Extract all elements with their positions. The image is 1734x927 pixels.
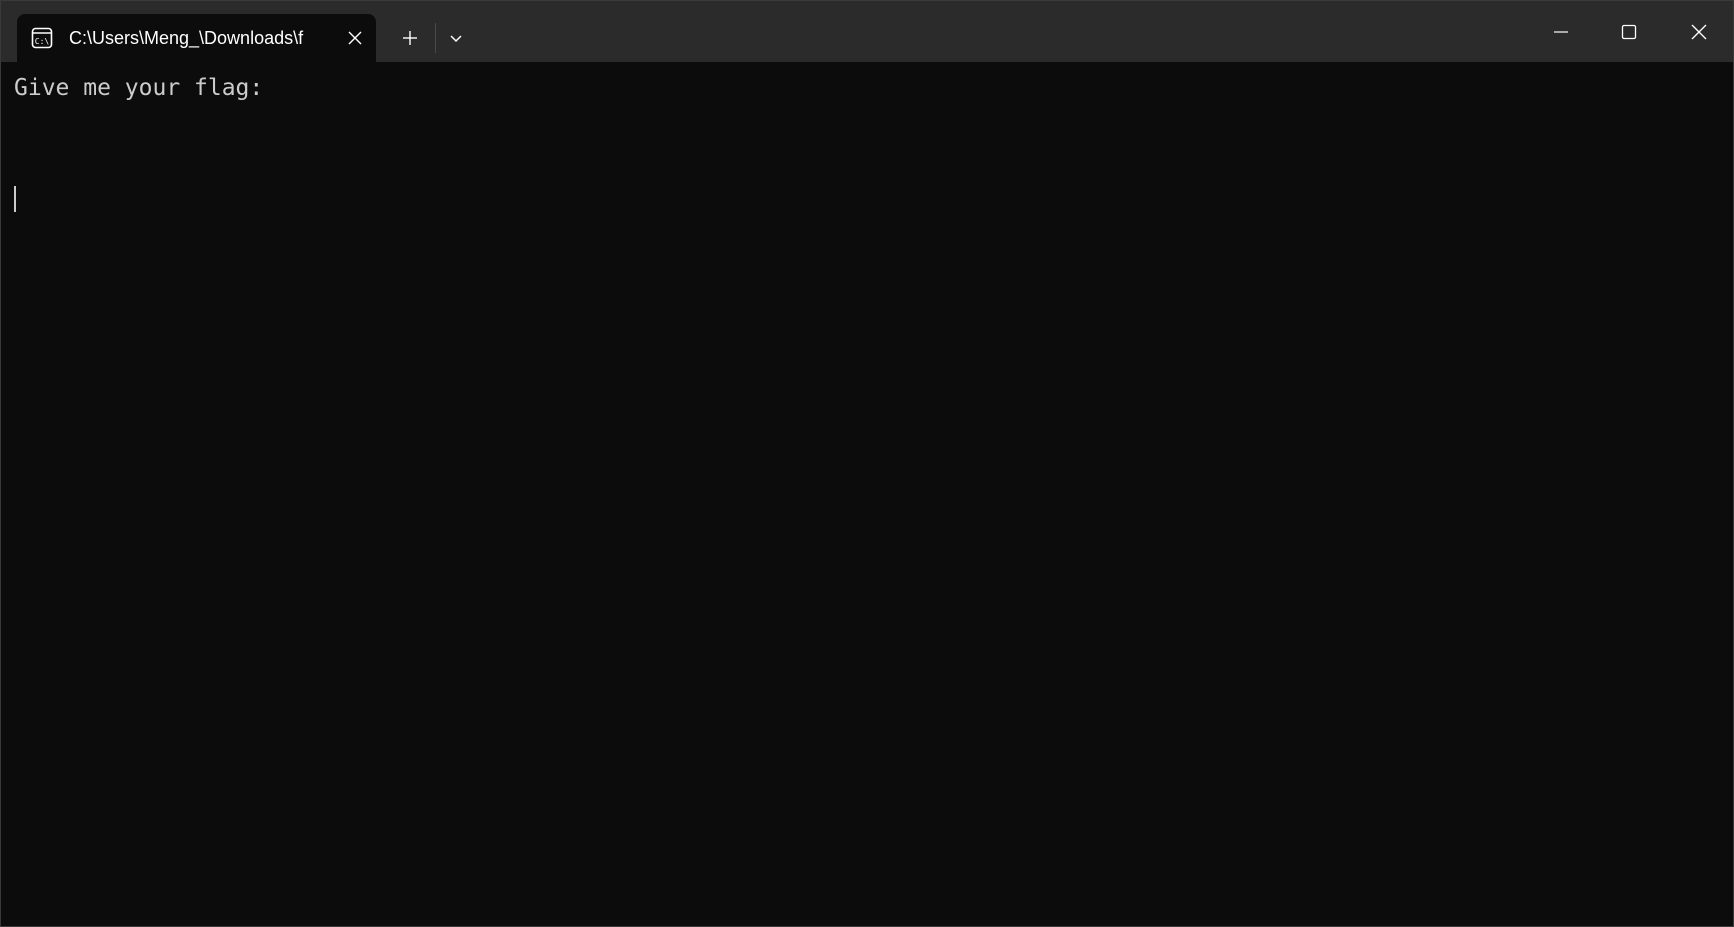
tab-dropdown-button[interactable]: [439, 21, 473, 55]
minimize-icon: [1554, 30, 1568, 33]
tab-title: C:\Users\Meng_\Downloads\f: [69, 28, 304, 48]
tab-separator: [435, 23, 436, 53]
terminal-window: C:\ C:\Users\Meng_\Downloads\f Give me y…: [0, 0, 1734, 927]
tab-active[interactable]: C:\ C:\Users\Meng_\Downloads\f: [17, 14, 376, 62]
new-tab-button[interactable]: [393, 21, 427, 55]
close-tab-button[interactable]: [343, 26, 367, 50]
maximize-button[interactable]: [1595, 1, 1663, 62]
output-line: Give me your flag:: [14, 75, 264, 101]
svg-text:C:\: C:\: [35, 37, 50, 46]
plus-icon: [403, 31, 417, 45]
command-prompt-icon: C:\: [31, 27, 53, 49]
input-line[interactable]: [14, 102, 1733, 268]
minimize-button[interactable]: [1527, 1, 1595, 62]
maximize-icon: [1621, 24, 1637, 39]
text-cursor: [14, 186, 16, 212]
close-window-button[interactable]: [1664, 1, 1733, 62]
close-icon: [348, 31, 362, 45]
chevron-down-icon: [450, 35, 462, 43]
close-icon: [1691, 24, 1707, 39]
title-bar[interactable]: C:\ C:\Users\Meng_\Downloads\f: [1, 1, 1733, 62]
terminal-output[interactable]: Give me your flag:: [1, 62, 1733, 926]
